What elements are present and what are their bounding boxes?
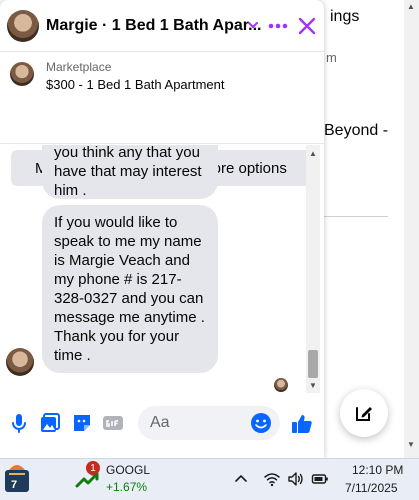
more-options-icon[interactable] <box>266 14 290 38</box>
message-list: you think any that you have that may int… <box>0 145 324 395</box>
wifi-icon[interactable] <box>263 470 281 488</box>
photo-icon[interactable] <box>39 412 61 434</box>
scroll-down-arrow-icon[interactable]: ▼ <box>407 440 415 449</box>
microphone-icon[interactable] <box>8 412 30 434</box>
background-text: ings <box>330 8 360 25</box>
background-divider <box>324 216 388 217</box>
page-scrollbar[interactable]: ▲ ▼ <box>404 0 419 458</box>
message-line: 328-0327 and you can <box>54 290 204 307</box>
message-line: message me anytime . <box>54 309 205 326</box>
scroll-up-arrow-icon[interactable]: ▲ <box>309 149 317 158</box>
app-badge-count: 7 <box>11 479 18 491</box>
scroll-down-arrow-icon[interactable]: ▼ <box>309 381 317 390</box>
chevron-down-icon[interactable] <box>246 18 260 32</box>
message-composer: Aa <box>0 398 324 454</box>
message-line: If you would like to <box>54 214 178 231</box>
message-input-placeholder: Aa <box>150 414 170 431</box>
clock-time[interactable]: 12:10 PM <box>352 463 403 477</box>
stock-ticker[interactable]: GOOGL <box>106 463 150 477</box>
message-line: my phone # is 217- <box>54 271 182 288</box>
thumbs-up-icon[interactable] <box>290 412 314 436</box>
message-line: him . <box>54 182 87 199</box>
chat-title[interactable]: Margie · 1 Bed 1 Bath Apar... <box>46 17 261 35</box>
message-line: Thank you for your <box>54 328 180 345</box>
screen: ings m Beyond - ▲ ▼ Margie · 1 Bed 1 Bat… <box>0 0 419 500</box>
clock-date[interactable]: 7/11/2025 <box>345 481 398 495</box>
speaker-icon[interactable] <box>287 470 305 488</box>
sender-avatar[interactable] <box>6 348 34 376</box>
background-text: m <box>326 50 337 65</box>
sticker-icon[interactable] <box>71 412 93 434</box>
windows-taskbar: 7 1 GOOGL +1.67% 12:10 PM 7/11/2025 <box>0 458 419 500</box>
chevron-up-icon[interactable] <box>232 470 250 488</box>
listing-thumbnail[interactable] <box>10 62 34 86</box>
chat-window: Margie · 1 Bed 1 Bath Apar... Marketplac… <box>0 0 324 458</box>
seen-receipt-avatar <box>274 378 288 392</box>
message-bubble: If you would like to speak to me my name… <box>42 205 218 373</box>
new-message-button[interactable] <box>340 389 388 437</box>
background-text: Beyond - <box>324 122 389 139</box>
message-line: time . <box>54 347 91 364</box>
listing-title[interactable]: $300 - 1 Bed 1 Bath Apartment <box>46 77 225 92</box>
close-icon[interactable] <box>294 13 320 39</box>
emoji-icon[interactable] <box>250 412 272 434</box>
battery-icon[interactable] <box>311 470 329 488</box>
message-line: is Margie Veach and <box>54 252 190 269</box>
listing-card: Marketplace $300 - 1 Bed 1 Bath Apartmen… <box>0 52 324 186</box>
gif-icon[interactable] <box>102 412 124 434</box>
listing-source: Marketplace <box>46 60 112 74</box>
stock-change[interactable]: +1.67% <box>106 480 147 494</box>
scroll-up-arrow-icon[interactable]: ▲ <box>407 2 415 11</box>
compose-icon <box>356 407 372 421</box>
chat-header: Margie · 1 Bed 1 Bath Apar... <box>0 0 324 52</box>
message-line: speak to me my name <box>54 233 202 250</box>
message-line: have that may interest <box>54 163 202 180</box>
chat-scrollbar-thumb[interactable] <box>308 350 318 378</box>
contact-avatar[interactable] <box>7 10 39 42</box>
stock-alert-badge: 1 <box>86 461 100 475</box>
message-bubble: you think any that you have that may int… <box>42 145 218 199</box>
message-line: you think any that you <box>54 145 200 161</box>
